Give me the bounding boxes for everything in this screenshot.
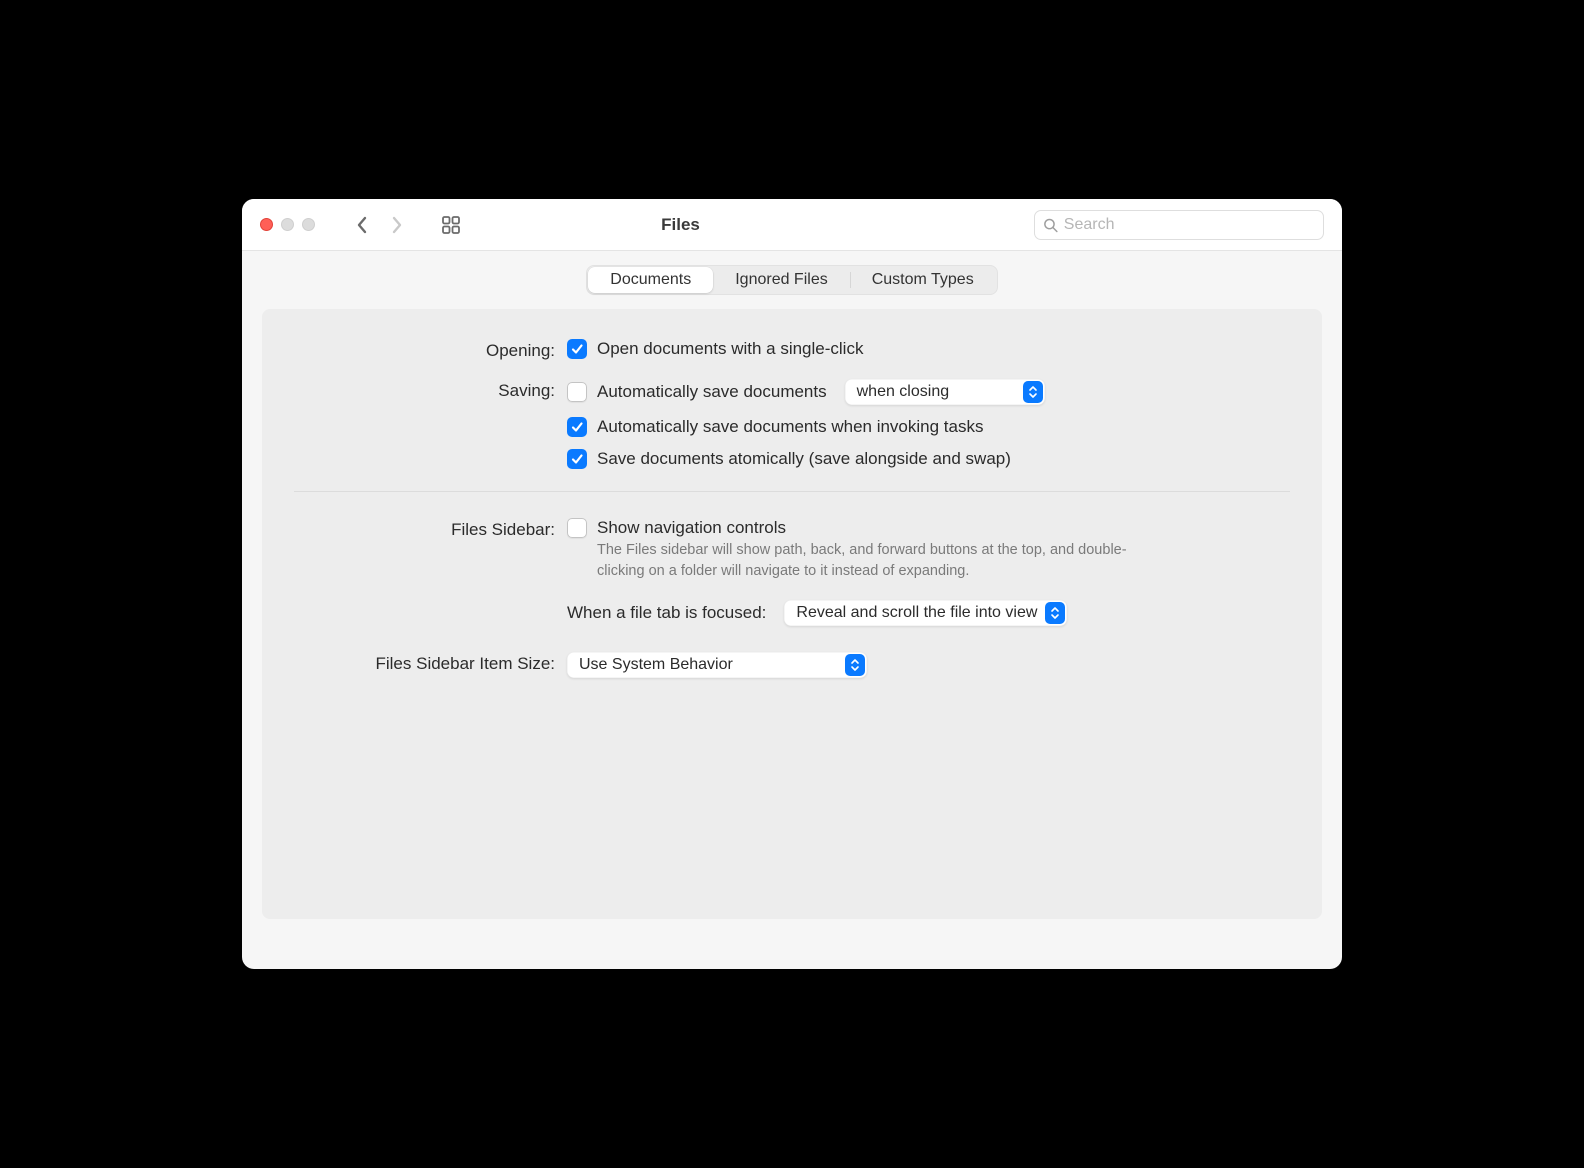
titlebar: Files bbox=[242, 199, 1342, 251]
tab-bar: Documents Ignored Files Custom Types bbox=[586, 265, 997, 295]
tab-custom-types[interactable]: Custom Types bbox=[850, 267, 996, 293]
label-saving: Saving: bbox=[302, 379, 567, 401]
row-opening: Opening: Open documents with a single-cl… bbox=[302, 339, 1282, 361]
dropdown-item-size-value: Use System Behavior bbox=[579, 656, 837, 674]
label-files-sidebar: Files Sidebar: bbox=[302, 518, 567, 540]
checkmark-icon bbox=[570, 342, 584, 356]
checkbox-auto-save-tasks[interactable] bbox=[567, 417, 587, 437]
checkbox-save-atomically[interactable] bbox=[567, 449, 587, 469]
dropdown-save-when-value: when closing bbox=[857, 383, 1015, 401]
search-field[interactable] bbox=[1034, 210, 1324, 240]
minimize-window-button[interactable] bbox=[281, 218, 294, 231]
content-area: Documents Ignored Files Custom Types Ope… bbox=[242, 251, 1342, 969]
dropdown-stepper-icon bbox=[1045, 602, 1065, 624]
label-save-atomically: Save documents atomically (save alongsid… bbox=[597, 449, 1011, 469]
window-title: Files bbox=[335, 215, 1026, 235]
traffic-lights bbox=[260, 218, 315, 231]
label-opening: Opening: bbox=[302, 339, 567, 361]
search-input[interactable] bbox=[1064, 216, 1315, 234]
row-files-sidebar: Files Sidebar: Show navigation controls … bbox=[302, 518, 1282, 626]
dropdown-focus-action[interactable]: Reveal and scroll the file into view bbox=[784, 600, 1067, 626]
tab-documents[interactable]: Documents bbox=[588, 267, 713, 293]
label-auto-save-closing: Automatically save documents bbox=[597, 382, 827, 402]
row-item-size: Files Sidebar Item Size: Use System Beha… bbox=[302, 652, 1282, 678]
desc-files-sidebar: The Files sidebar will show path, back, … bbox=[597, 540, 1167, 582]
dropdown-focus-action-value: Reveal and scroll the file into view bbox=[796, 604, 1037, 622]
settings-panel: Opening: Open documents with a single-cl… bbox=[262, 309, 1322, 919]
label-single-click: Open documents with a single-click bbox=[597, 339, 863, 359]
close-window-button[interactable] bbox=[260, 218, 273, 231]
checkbox-single-click[interactable] bbox=[567, 339, 587, 359]
label-item-size: Files Sidebar Item Size: bbox=[302, 652, 567, 674]
tab-ignored-files[interactable]: Ignored Files bbox=[713, 267, 850, 293]
dropdown-save-when[interactable]: when closing bbox=[845, 379, 1045, 405]
label-auto-save-tasks: Automatically save documents when invoki… bbox=[597, 417, 983, 437]
preferences-window: Files Documents Ignored Files Custom Typ… bbox=[242, 199, 1342, 969]
zoom-window-button[interactable] bbox=[302, 218, 315, 231]
checkbox-auto-save-closing[interactable] bbox=[567, 382, 587, 402]
divider bbox=[294, 491, 1290, 492]
dropdown-item-size[interactable]: Use System Behavior bbox=[567, 652, 867, 678]
search-icon bbox=[1043, 217, 1058, 233]
label-show-nav-controls: Show navigation controls bbox=[597, 518, 786, 538]
dropdown-stepper-icon bbox=[1023, 381, 1043, 403]
checkbox-show-nav-controls[interactable] bbox=[567, 518, 587, 538]
checkmark-icon bbox=[570, 452, 584, 466]
row-saving: Saving: Automatically save documents whe… bbox=[302, 379, 1282, 469]
checkmark-icon bbox=[570, 420, 584, 434]
label-focus-action: When a file tab is focused: bbox=[567, 603, 766, 623]
dropdown-stepper-icon bbox=[845, 654, 865, 676]
